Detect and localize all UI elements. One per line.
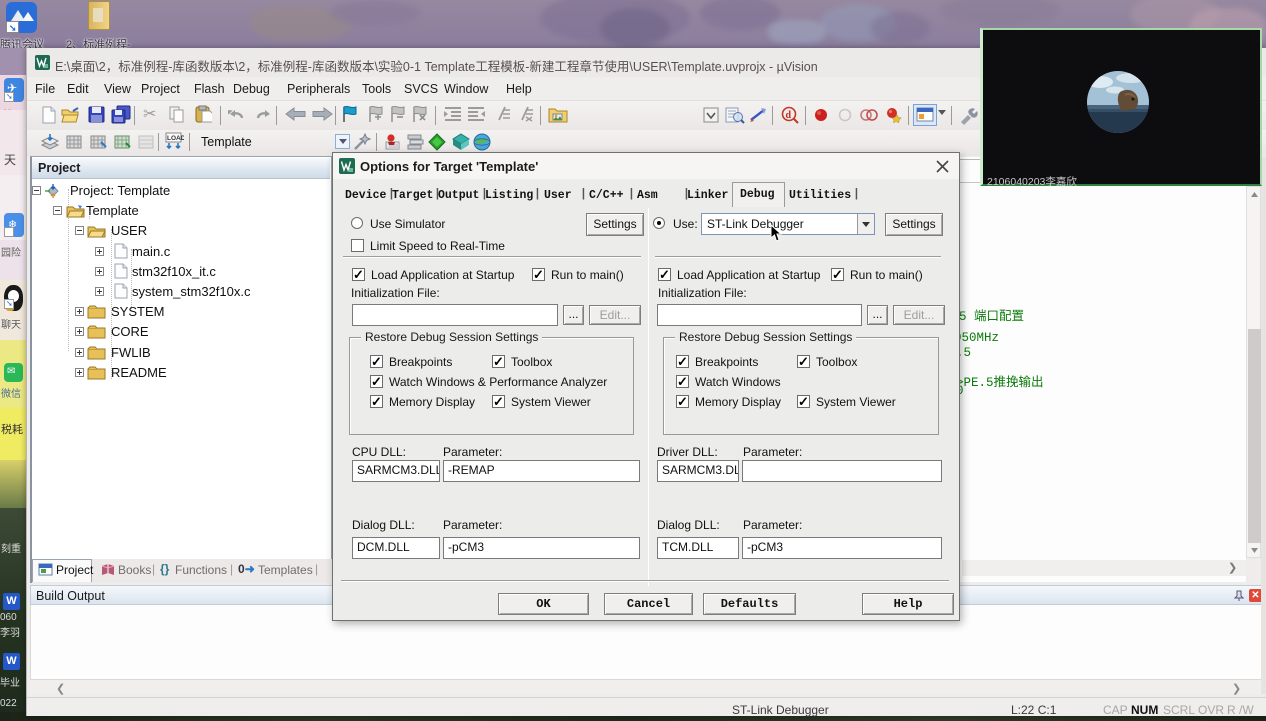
svg-text:d: d (786, 110, 792, 121)
svg-text:LOAD: LOAD (167, 135, 184, 142)
